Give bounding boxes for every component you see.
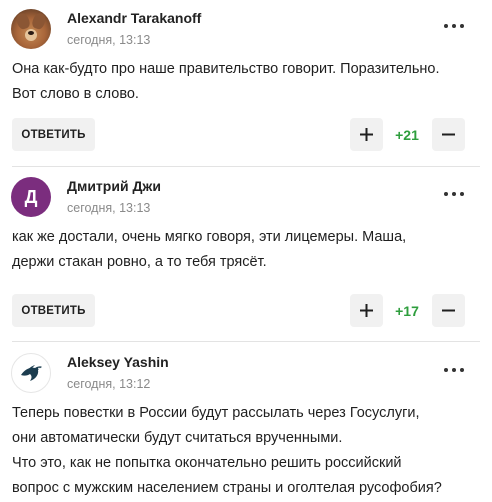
comment-author[interactable]: Alexandr Tarakanoff: [67, 10, 201, 26]
downvote-button[interactable]: [432, 294, 465, 327]
vote-score: +17: [395, 302, 419, 319]
comment-text-line: Что это, как не попытка окончательно реш…: [12, 455, 402, 471]
comment-time: сегодня, 13:13: [67, 201, 151, 215]
comment-text: как же достали, очень мягко говоря, эти …: [12, 225, 474, 275]
comment-text-line: держи стакан ровно, а то тебя трясёт.: [12, 254, 267, 270]
avatar-nose: [28, 31, 34, 35]
comment: Aleksey Yashin сегодня, 13:12 Теперь пов…: [0, 344, 492, 502]
minus-icon: [442, 309, 455, 312]
comment-text-line: Вот слово в слово.: [12, 86, 139, 102]
comment: Д Дмитрий Джи сегодня, 13:13 как же дост…: [0, 168, 492, 340]
dot: [444, 24, 448, 28]
divider: [12, 341, 480, 342]
comment-time: сегодня, 13:12: [67, 377, 151, 391]
avatar[interactable]: [11, 353, 51, 393]
comment-author[interactable]: Aleksey Yashin: [67, 354, 169, 370]
comment-text-line: как же достали, очень мягко говоря, эти …: [12, 229, 407, 245]
comments-list: Alexandr Tarakanoff сегодня, 13:13 Она к…: [0, 0, 492, 502]
bird-logo-icon: [21, 365, 42, 381]
avatar-ear-left: [14, 11, 32, 31]
comment-text: Она как-будто про наше правительство гов…: [12, 57, 474, 107]
plus-icon: [360, 128, 373, 141]
downvote-button[interactable]: [432, 118, 465, 151]
divider: [12, 166, 480, 167]
minus-icon: [442, 133, 455, 136]
reply-button[interactable]: ОТВЕТИТЬ: [12, 118, 95, 151]
dot: [444, 192, 448, 196]
comment-text-line: они автоматически будут считаться вручен…: [12, 430, 343, 446]
comment-text-line: Теперь повестки в России будут рассылать…: [12, 405, 420, 421]
more-dots-icon[interactable]: [444, 365, 464, 375]
avatar[interactable]: [11, 9, 51, 49]
more-dots-icon[interactable]: [444, 189, 464, 199]
more-dots-icon[interactable]: [444, 21, 464, 31]
comment-text-line: Она как-будто про наше правительство гов…: [12, 61, 440, 77]
dot: [460, 24, 464, 28]
upvote-button[interactable]: [350, 294, 383, 327]
avatar-ear-right: [30, 11, 48, 31]
comment: Alexandr Tarakanoff сегодня, 13:13 Она к…: [0, 0, 492, 165]
upvote-button[interactable]: [350, 118, 383, 151]
dot: [452, 24, 456, 28]
plus-icon: [360, 304, 373, 317]
comment-author[interactable]: Дмитрий Джи: [67, 178, 161, 194]
dot: [452, 192, 456, 196]
comment-time: сегодня, 13:13: [67, 33, 151, 47]
dot: [460, 368, 464, 372]
comment-text: Теперь повестки в России будут рассылать…: [12, 401, 474, 501]
dot: [452, 368, 456, 372]
vote-score: +21: [395, 126, 419, 143]
dot: [460, 192, 464, 196]
comment-text-line: вопрос с мужским населением страны и ого…: [12, 480, 442, 496]
avatar[interactable]: Д: [11, 177, 51, 217]
reply-button[interactable]: ОТВЕТИТЬ: [12, 294, 95, 327]
dot: [444, 368, 448, 372]
